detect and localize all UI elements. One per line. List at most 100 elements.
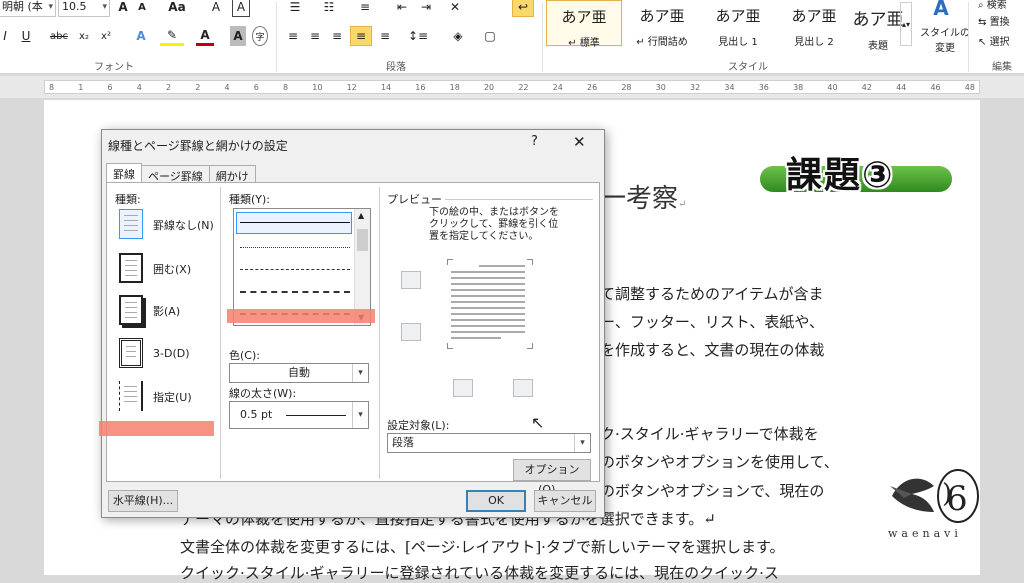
preview-corner — [527, 343, 533, 349]
scroll-thumb[interactable] — [357, 229, 368, 251]
increase-indent-icon[interactable]: ⇥ — [416, 0, 436, 17]
ruler-mark: 10 — [312, 82, 323, 92]
document-line[interactable]: のボタンやオプションで、現在の — [600, 480, 824, 501]
char-border-button[interactable]: A — [232, 0, 250, 17]
chevron-down-icon[interactable]: ▾ — [352, 402, 368, 428]
document-title[interactable]: 一考察↵ — [600, 178, 686, 215]
ribbon-separator — [542, 2, 543, 72]
border-none-label[interactable]: 罫線なし(N) — [153, 217, 214, 233]
apply-to-select[interactable]: 段落 ▾ — [387, 433, 591, 453]
justify-icon[interactable]: ≡ — [350, 26, 372, 46]
document-line[interactable]: ー、フッター、リスト、表紙や、 — [600, 311, 824, 332]
cancel-button[interactable]: キャンセル — [534, 490, 596, 512]
show-marks-icon[interactable]: ↩ — [512, 0, 534, 17]
multilevel-list-icon[interactable]: ≡ — [354, 0, 376, 17]
left-border-button[interactable] — [453, 379, 473, 397]
options-button[interactable]: オプション(O)... — [513, 459, 591, 496]
line-spacing-icon[interactable]: ↕≡ — [406, 26, 430, 46]
select-button[interactable]: ↖ 選択 — [978, 33, 1010, 48]
color-select[interactable]: 自動 ▾ — [229, 363, 369, 383]
style-no-spacing[interactable]: あア亜 ↵ 行間詰め — [624, 0, 700, 48]
tab-borders[interactable]: 罫線 — [106, 163, 142, 184]
highlight-color-icon[interactable]: ✎ — [160, 26, 184, 46]
border-box-label[interactable]: 囲む(X) — [153, 261, 191, 277]
preview-area[interactable] — [387, 253, 573, 397]
ruler-mark: 2 — [166, 82, 172, 92]
align-right-icon[interactable]: ≡ — [328, 26, 346, 46]
numbering-icon[interactable]: ☷ — [318, 0, 340, 17]
border-custom-icon[interactable] — [119, 381, 143, 411]
document-line[interactable]: クイック·スタイル·ギャラリーに登録されている体裁を変更するには、現在のクイック… — [180, 562, 779, 583]
align-center-icon[interactable]: ≡ — [306, 26, 324, 46]
ruler-scale[interactable]: 8 1 6 4 2 2 4 6 8 10 12 14 16 18 20 22 24 26 28 30 32 34 36 38 4… — [44, 80, 980, 94]
font-size-combo[interactable]: 10.5 — [58, 0, 110, 17]
replace-button[interactable]: ⇆ 置換 — [978, 13, 1010, 28]
preview-text-line — [451, 271, 525, 273]
find-label: 検索 — [986, 0, 1007, 11]
line-style-dotted[interactable] — [240, 247, 350, 248]
find-button[interactable]: ⌕ 検索 — [978, 0, 1007, 11]
font-group-label: フォント — [94, 62, 134, 73]
shading-icon[interactable]: ◈ — [446, 26, 470, 46]
align-left-icon[interactable]: ≡ — [284, 26, 302, 46]
decrease-indent-icon[interactable]: ⇤ — [392, 0, 412, 17]
distribute-icon[interactable]: ≡ — [376, 26, 394, 46]
border-box-icon[interactable] — [119, 253, 143, 283]
italic-button[interactable]: I — [0, 26, 12, 46]
line-style-solid[interactable] — [240, 222, 350, 223]
enclose-char-icon[interactable]: 字 — [252, 26, 268, 46]
document-line[interactable]: て調整するためのアイテムが含ま — [600, 283, 824, 304]
scroll-up-icon[interactable]: ▲ — [358, 211, 364, 220]
style-normal[interactable]: あア亜 ↵ 標準 — [546, 0, 622, 49]
width-select[interactable]: 0.5 pt ▾ — [229, 401, 369, 429]
chevron-down-icon[interactable]: ▾ — [352, 364, 368, 382]
top-border-button[interactable] — [401, 271, 421, 289]
list-scrollbar[interactable]: ▲ ▼ — [354, 209, 370, 325]
change-case-button[interactable]: Aa — [164, 0, 190, 17]
ribbon-separator — [968, 2, 969, 72]
selected-line-style[interactable] — [236, 212, 352, 234]
char-shading-icon[interactable]: A — [230, 26, 246, 46]
font-name-combo[interactable]: 明朝 (本 — [0, 0, 56, 17]
grow-font-button[interactable]: A — [114, 0, 132, 17]
document-line[interactable]: ク·スタイル·ギャラリーで体裁を — [600, 423, 819, 444]
clear-format-button[interactable]: A — [206, 0, 226, 17]
ruler-mark: 4 — [136, 82, 142, 92]
underline-button[interactable]: U — [18, 26, 34, 46]
sort-icon[interactable]: ✕ — [444, 0, 466, 17]
help-button[interactable]: ? — [531, 134, 538, 149]
line-style-dashed-small[interactable] — [240, 269, 350, 270]
line-style-dashed[interactable] — [240, 291, 350, 293]
change-styles-icon[interactable]: A — [928, 0, 954, 20]
ok-button[interactable]: OK — [466, 490, 526, 512]
border-shadow-icon[interactable] — [119, 295, 143, 325]
document-line[interactable]: のボタンやオプションを使用して、 — [600, 451, 839, 472]
strikethrough-button[interactable]: abc — [48, 26, 70, 46]
border-none-icon[interactable] — [119, 209, 143, 239]
document-line[interactable]: 文書全体の体裁を変更するには、[ページ·レイアウト]·タブで新しいテーマを選択し… — [180, 536, 784, 557]
style-heading-1[interactable]: あア亜 見出し 1 — [700, 0, 776, 48]
ruler-mark: 6 — [253, 82, 259, 92]
border-3d-label[interactable]: 3-D(D) — [153, 347, 190, 360]
styles-scroll-icon[interactable]: ▴▾ — [900, 2, 912, 46]
shrink-font-button[interactable]: A — [134, 0, 150, 17]
middle-border-button[interactable] — [401, 323, 421, 341]
close-button[interactable]: ✕ — [573, 133, 586, 151]
document-line[interactable]: を作成すると、文書の現在の体裁 — [600, 339, 824, 360]
superscript-button[interactable]: x² — [98, 26, 114, 46]
font-color-icon[interactable]: A — [196, 26, 214, 46]
horizontal-line-button[interactable]: 水平線(H)... — [108, 490, 178, 512]
border-shadow-label[interactable]: 影(A) — [153, 303, 180, 319]
borders-icon[interactable]: ▢ — [478, 26, 502, 46]
width-sample — [286, 415, 346, 416]
border-custom-label[interactable]: 指定(U) — [153, 389, 192, 405]
right-border-button[interactable] — [513, 379, 533, 397]
chevron-down-icon[interactable]: ▾ — [574, 434, 590, 452]
ruler[interactable]: 8 1 6 4 2 2 4 6 8 10 12 14 16 18 20 22 24 26 28 30 32 34 36 38 4… — [0, 76, 1024, 98]
subscript-button[interactable]: x₂ — [76, 26, 92, 46]
text-effect-icon[interactable]: A — [130, 26, 152, 46]
bullets-icon[interactable]: ☰ — [284, 0, 306, 17]
border-3d-icon[interactable] — [119, 338, 143, 368]
ruler-mark: 16 — [415, 82, 426, 92]
change-styles-label[interactable]: スタイルの 変更 — [920, 24, 970, 54]
